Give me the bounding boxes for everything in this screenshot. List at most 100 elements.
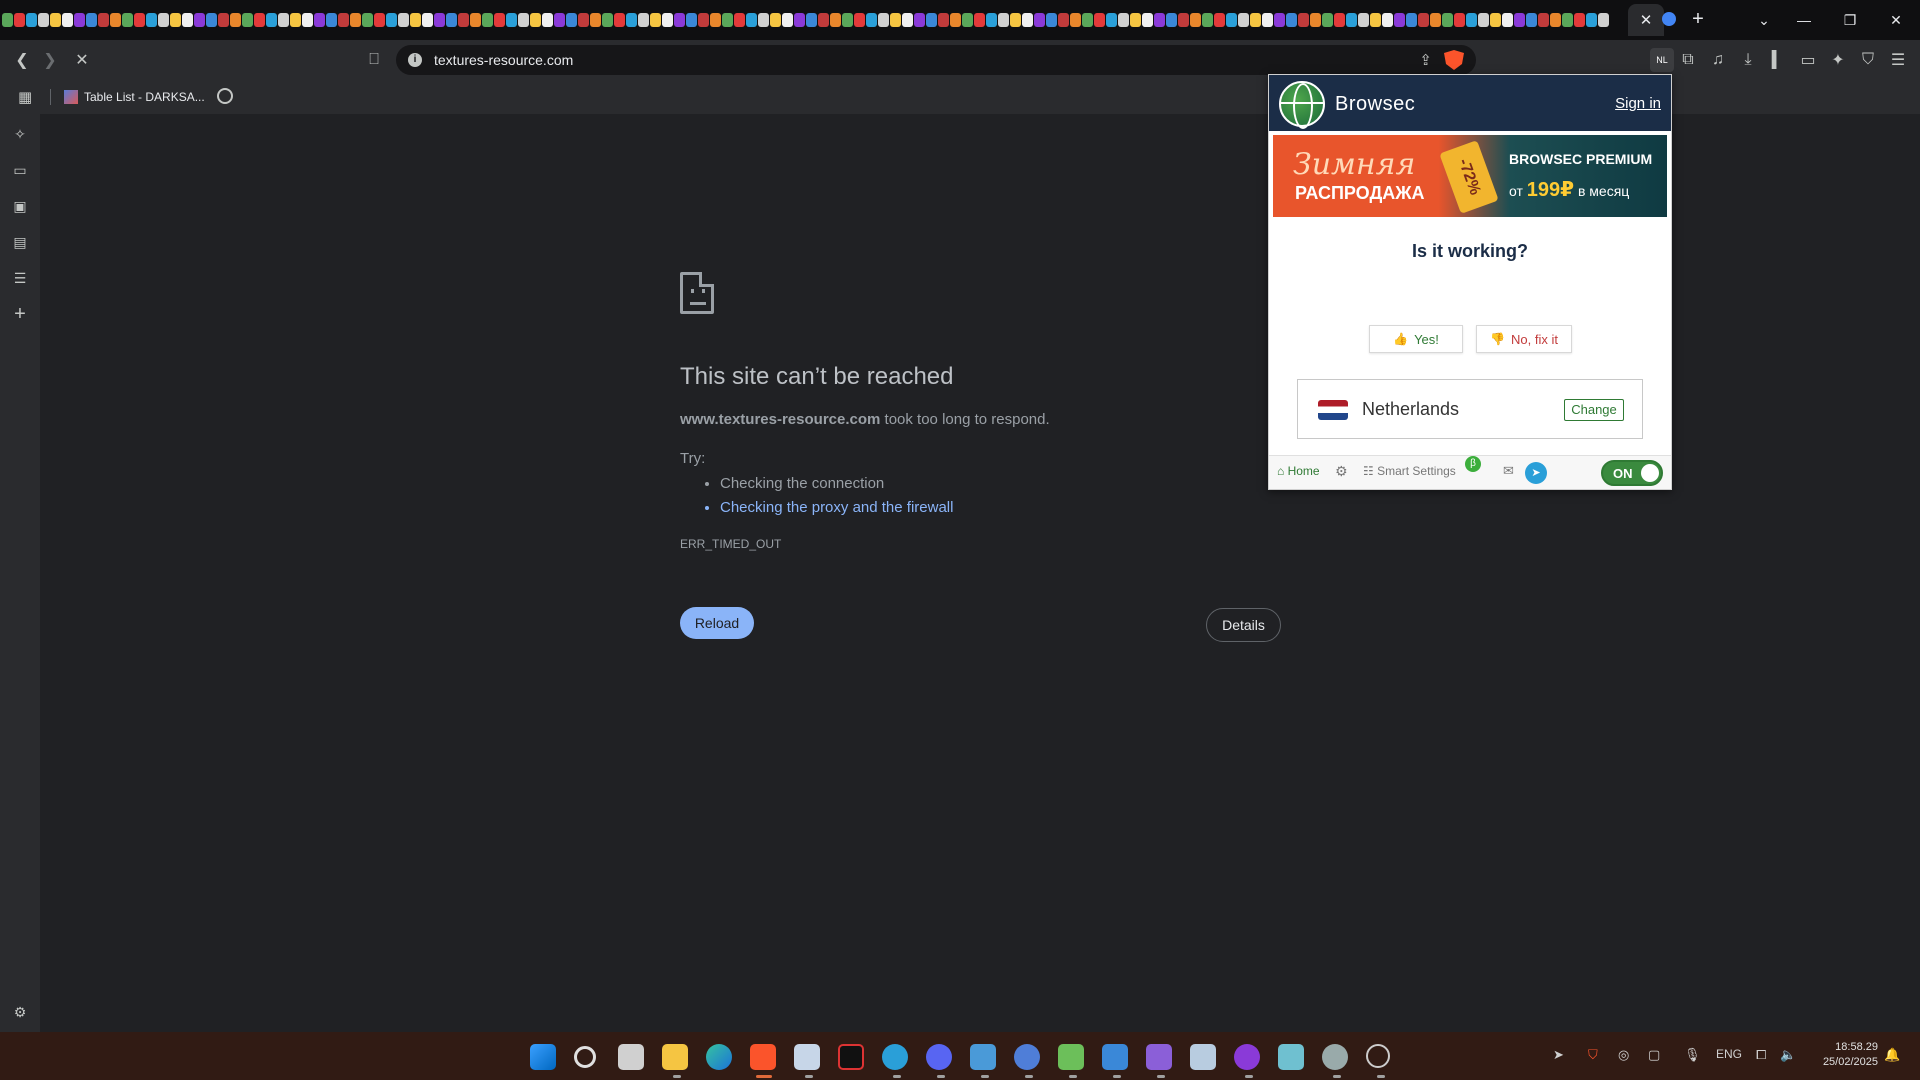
- tab-favicon[interactable]: [1262, 13, 1273, 27]
- share-icon[interactable]: ⇪: [1419, 51, 1432, 69]
- search-icon[interactable]: [574, 1046, 596, 1068]
- extensions-icon[interactable]: ⧉: [1676, 48, 1700, 72]
- stop-loading-icon[interactable]: ✕: [70, 48, 94, 72]
- suggestion-proxy-link[interactable]: Checking the proxy and the firewall: [720, 496, 953, 520]
- tab-favicon[interactable]: [1250, 13, 1261, 27]
- tab-favicon[interactable]: [878, 13, 889, 27]
- tab-favicon[interactable]: [1238, 13, 1249, 27]
- tab-favicon[interactable]: [1574, 13, 1585, 27]
- restore-button[interactable]: ❐: [1830, 0, 1870, 40]
- close-tab-icon[interactable]: ✕: [1640, 11, 1653, 29]
- tab-favicon[interactable]: [1118, 13, 1129, 27]
- tab-favicon[interactable]: [1550, 13, 1561, 27]
- tab-favicon[interactable]: [1022, 13, 1033, 27]
- tab-favicon[interactable]: [1310, 13, 1321, 27]
- tab-favicon[interactable]: [614, 13, 625, 27]
- tab-favicon[interactable]: [566, 13, 577, 27]
- tab-favicon[interactable]: [338, 13, 349, 27]
- tab-favicon[interactable]: [1154, 13, 1165, 27]
- tab-favicon[interactable]: [1202, 13, 1213, 27]
- notification-bell-icon[interactable]: 🔔: [1884, 1047, 1900, 1063]
- tab-favicon[interactable]: [1382, 13, 1393, 27]
- tab-favicon[interactable]: [1598, 13, 1609, 27]
- tab-favicon[interactable]: [1190, 13, 1201, 27]
- tab-favicon[interactable]: [722, 13, 733, 27]
- tab-favicon[interactable]: [1082, 13, 1093, 27]
- clock[interactable]: 18:58.29 25/02/2025: [1818, 1040, 1878, 1070]
- tab-favicon[interactable]: [302, 13, 313, 27]
- sidebar-settings-icon[interactable]: ⚙: [10, 1002, 30, 1022]
- tab-favicon[interactable]: [410, 13, 421, 27]
- tab-favicon[interactable]: [1586, 13, 1597, 27]
- leo-ai-icon[interactable]: ✦: [1826, 48, 1850, 72]
- brave-tray-icon[interactable]: ⛉: [1588, 1047, 1598, 1063]
- forward-icon[interactable]: ❯: [38, 48, 62, 72]
- tab-favicon[interactable]: [458, 13, 469, 27]
- tab-favicon[interactable]: [1094, 13, 1105, 27]
- tab-favicon[interactable]: [158, 13, 169, 27]
- browsec-extension-icon[interactable]: NL: [1650, 48, 1674, 72]
- smart-settings-tab[interactable]: ☷ Smart Settings: [1363, 464, 1456, 478]
- change-location-button[interactable]: Change: [1564, 399, 1624, 421]
- tab-favicon[interactable]: [842, 13, 853, 27]
- tab-favicon[interactable]: [1070, 13, 1081, 27]
- steam-tray-icon[interactable]: ◎: [1618, 1047, 1629, 1063]
- tab-favicon[interactable]: [1526, 13, 1537, 27]
- qbittorrent-icon[interactable]: [1014, 1044, 1040, 1070]
- menu-icon[interactable]: ☰: [1886, 48, 1910, 72]
- github-desktop-icon[interactable]: [1234, 1044, 1260, 1070]
- network-icon[interactable]: ⧠: [1756, 1047, 1766, 1063]
- yes-button[interactable]: 👍 Yes!: [1369, 325, 1463, 353]
- brave-icon[interactable]: [750, 1044, 776, 1070]
- tab-favicon[interactable]: [1142, 13, 1153, 27]
- tab-favicon[interactable]: [1346, 13, 1357, 27]
- tab-favicon[interactable]: [374, 13, 385, 27]
- bookmarks-sidebar-icon[interactable]: ▤: [10, 232, 30, 252]
- new-tab-button[interactable]: +: [1686, 8, 1710, 32]
- paint-icon[interactable]: [794, 1044, 820, 1070]
- tab-favicon[interactable]: [926, 13, 937, 27]
- tab-favicon[interactable]: [326, 13, 337, 27]
- tab-favicon[interactable]: [1334, 13, 1345, 27]
- tab-favicon[interactable]: [1502, 13, 1513, 27]
- mail-icon[interactable]: ✉: [1503, 463, 1514, 479]
- tab-favicon[interactable]: [758, 13, 769, 27]
- tab-favicon[interactable]: [1214, 13, 1225, 27]
- tab-favicon[interactable]: [578, 13, 589, 27]
- tab-favicon[interactable]: [494, 13, 505, 27]
- tab-favicon[interactable]: [446, 13, 457, 27]
- tab-favicon[interactable]: [1298, 13, 1309, 27]
- app-icon[interactable]: [1278, 1044, 1304, 1070]
- tab-favicon[interactable]: [1442, 13, 1453, 27]
- task-view-icon[interactable]: [618, 1044, 644, 1070]
- tab-favicon[interactable]: [818, 13, 829, 27]
- news-icon[interactable]: ▭: [10, 160, 30, 180]
- tab-favicon[interactable]: [290, 13, 301, 27]
- tab-favicon[interactable]: [1058, 13, 1069, 27]
- tab-favicon[interactable]: [854, 13, 865, 27]
- tab-favicon[interactable]: [1454, 13, 1465, 27]
- tab-favicon[interactable]: [674, 13, 685, 27]
- tab-favicon[interactable]: [998, 13, 1009, 27]
- microphone-icon[interactable]: 🎙: [1684, 1047, 1701, 1063]
- tab-favicon[interactable]: [746, 13, 757, 27]
- tab-favicon[interactable]: [1178, 13, 1189, 27]
- tab-favicon[interactable]: [530, 13, 541, 27]
- tray-app-icon[interactable]: ▢: [1648, 1047, 1660, 1063]
- home-tab[interactable]: ⌂ Home: [1277, 464, 1320, 478]
- tab-favicon[interactable]: [470, 13, 481, 27]
- tab-favicon[interactable]: [86, 13, 97, 27]
- tab-favicon[interactable]: [398, 13, 409, 27]
- tab-favicon[interactable]: [74, 13, 85, 27]
- tab-favicon[interactable]: [986, 13, 997, 27]
- reload-button[interactable]: Reload: [680, 607, 754, 639]
- settings-taskbar-icon[interactable]: [1322, 1044, 1348, 1070]
- tab-favicon[interactable]: [518, 13, 529, 27]
- edge-icon[interactable]: [706, 1044, 732, 1070]
- address-bar[interactable]: i textures-resource.com ⇪: [396, 45, 1476, 75]
- tab-favicon[interactable]: [314, 13, 325, 27]
- tab-favicon[interactable]: [422, 13, 433, 27]
- tab-search-button[interactable]: ⌄: [1744, 0, 1784, 40]
- tab-favicon[interactable]: [794, 13, 805, 27]
- tab-favicon[interactable]: [962, 13, 973, 27]
